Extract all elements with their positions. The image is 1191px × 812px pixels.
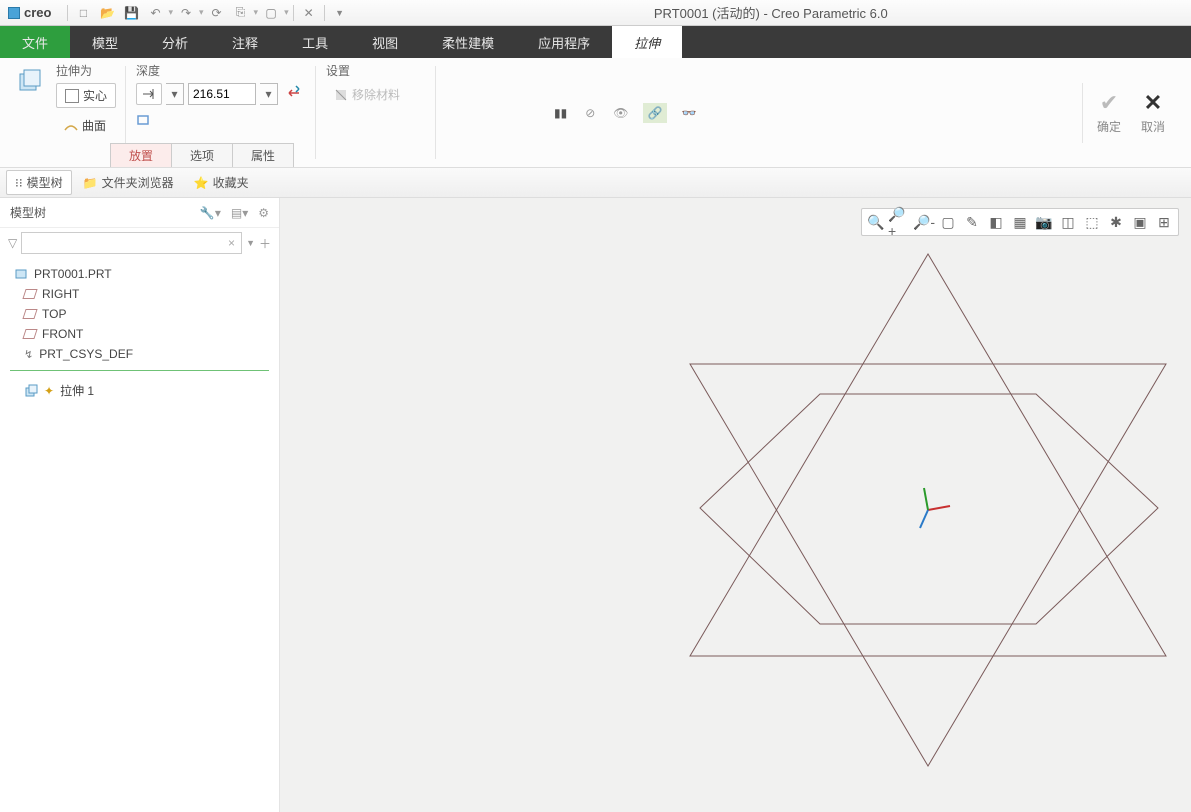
extrude-feature-icon xyxy=(10,62,50,102)
plane-icon xyxy=(22,329,37,339)
tab-view[interactable]: 视图 xyxy=(350,26,420,58)
star-icon: ⭐ xyxy=(194,176,209,190)
group-settings: 设置 xyxy=(326,62,426,79)
tree-item-front[interactable]: FRONT xyxy=(10,324,269,344)
tab-analysis[interactable]: 分析 xyxy=(140,26,210,58)
preview-controls: ▮▮ ⊘ 👁 🔗 👓 xyxy=(536,58,714,167)
folder-icon: 📁 xyxy=(83,176,98,190)
ok-button[interactable]: ✔ 确定 xyxy=(1091,86,1127,139)
new-icon[interactable]: □ xyxy=(72,3,94,23)
insert-here-marker[interactable] xyxy=(10,370,269,371)
part-icon xyxy=(14,267,28,281)
solid-icon xyxy=(65,89,79,103)
tree-root[interactable]: PRT0001.PRT xyxy=(10,264,269,284)
tree-settings-icon[interactable]: ⚙ xyxy=(258,206,269,220)
x-icon: ✕ xyxy=(1144,90,1162,116)
glasses-icon[interactable]: 👓 xyxy=(677,102,700,124)
ribbon-tabs: 文件 模型 分析 注释 工具 视图 柔性建模 应用程序 拉伸 xyxy=(0,26,1191,58)
navtab-model-tree[interactable]: ⁝⁝ 模型树 xyxy=(6,170,72,195)
surface-icon xyxy=(64,120,78,132)
group-extrude-as: 拉伸为 xyxy=(56,62,116,79)
tab-extrude[interactable]: 拉伸 xyxy=(612,26,682,58)
navtab-favorites[interactable]: ⭐ 收藏夹 xyxy=(185,170,258,195)
tree-title: 模型树 xyxy=(10,204,46,221)
dashboard-subtabs: 放置 选项 属性 xyxy=(110,143,293,167)
sketch-geometry xyxy=(280,198,1191,812)
open-icon[interactable]: 📂 xyxy=(96,3,118,23)
model-tree: PRT0001.PRT RIGHT TOP FRONT ↯ PRT_CSYS_D… xyxy=(0,258,279,408)
redo-icon[interactable]: ↷ xyxy=(175,3,197,23)
pause-icon[interactable]: ▮▮ xyxy=(550,102,571,124)
close-icon[interactable]: ✕ xyxy=(298,3,320,23)
tab-file[interactable]: 文件 xyxy=(0,26,70,58)
surface-button[interactable]: 曲面 xyxy=(56,114,116,137)
title-bar: creo □ 📂 💾 ↶ ▾ ↷ ▾ ⟳ ⎘ ▾ ▢ ▾ ✕ ▼ PRT0001… xyxy=(0,0,1191,26)
tab-flex[interactable]: 柔性建模 xyxy=(420,26,516,58)
remove-material-icon xyxy=(334,88,348,102)
group-depth: 深度 xyxy=(136,62,306,79)
flip-direction-icon[interactable] xyxy=(286,85,302,104)
tab-tools[interactable]: 工具 xyxy=(280,26,350,58)
thin-icon[interactable] xyxy=(136,116,152,130)
depth-input[interactable] xyxy=(188,83,256,105)
plane-icon xyxy=(22,309,37,319)
quick-access-toolbar: □ 📂 💾 ↶ ▾ ↷ ▾ ⟳ ⎘ ▾ ▢ ▾ ✕ ▼ xyxy=(59,3,350,23)
filter-icon[interactable]: ▽ xyxy=(8,236,17,250)
qat-dropdown-icon[interactable]: ▼ xyxy=(329,3,351,23)
window-title: PRT0001 (活动的) - Creo Parametric 6.0 xyxy=(351,3,1191,22)
plane-icon xyxy=(22,289,37,299)
tab-annotate[interactable]: 注释 xyxy=(210,26,280,58)
tree-display-icon[interactable]: ▤▾ xyxy=(231,206,248,220)
remove-material-button[interactable]: 移除材料 xyxy=(326,83,426,106)
extrude-icon xyxy=(24,384,38,398)
tree-item-extrude[interactable]: ✦ 拉伸 1 xyxy=(10,377,269,402)
depth-value-dropdown[interactable]: ▾ xyxy=(260,83,278,105)
warning-icon: ✦ xyxy=(44,384,54,398)
undo-icon[interactable]: ↶ xyxy=(144,3,166,23)
tab-model[interactable]: 模型 xyxy=(70,26,140,58)
windows-icon[interactable]: ▢ xyxy=(260,3,282,23)
subtab-options[interactable]: 选项 xyxy=(171,143,233,167)
logo-text: creo xyxy=(24,5,51,20)
tree-item-top[interactable]: TOP xyxy=(10,304,269,324)
no-preview-icon[interactable]: ⊘ xyxy=(581,102,599,124)
model-tree-panel: 模型树 🔧▾ ▤▾ ⚙ ▽ × ▼ ＋ PRT0001.PRT RIGHT xyxy=(0,198,280,812)
subtab-placement[interactable]: 放置 xyxy=(110,143,172,167)
csys-icon: ↯ xyxy=(24,348,33,361)
solid-button[interactable]: 实心 xyxy=(56,83,116,108)
cancel-button[interactable]: ✕ 取消 xyxy=(1135,86,1171,139)
ribbon: 拉伸为 实心 曲面 深度 ▾ ▾ xyxy=(0,58,1191,168)
check-icon: ✔ xyxy=(1100,90,1118,116)
subtab-properties[interactable]: 属性 xyxy=(232,143,294,167)
navtab-folder-browser[interactable]: 📁 文件夹浏览器 xyxy=(74,170,183,195)
tree-filter-input[interactable]: × xyxy=(21,232,242,254)
filter-dropdown-icon[interactable]: ▼ xyxy=(246,238,255,248)
app-logo: creo xyxy=(0,5,59,20)
work-area: 模型树 🔧▾ ▤▾ ⚙ ▽ × ▼ ＋ PRT0001.PRT RIGHT xyxy=(0,198,1191,812)
tree-item-right[interactable]: RIGHT xyxy=(10,284,269,304)
confirm-group: ✔ 确定 ✕ 取消 xyxy=(1082,58,1191,167)
depth-blind-icon xyxy=(141,87,157,101)
regen-icon[interactable]: ⟳ xyxy=(206,3,228,23)
clear-filter-icon[interactable]: × xyxy=(228,236,235,250)
attach-preview-icon[interactable]: 🔗 xyxy=(643,103,668,123)
tree-icon: ⁝⁝ xyxy=(15,176,23,190)
copy-icon[interactable]: ⎘ xyxy=(230,3,252,23)
add-filter-icon[interactable]: ＋ xyxy=(259,235,271,252)
eye-preview-icon[interactable]: 👁 xyxy=(609,102,632,124)
navigator-tabs: ⁝⁝ 模型树 📁 文件夹浏览器 ⭐ 收藏夹 xyxy=(0,168,1191,198)
depth-type-dropdown[interactable]: ▾ xyxy=(166,83,184,105)
depth-type-button[interactable] xyxy=(136,83,162,105)
save-icon[interactable]: 💾 xyxy=(120,3,142,23)
tree-item-csys[interactable]: ↯ PRT_CSYS_DEF xyxy=(10,344,269,364)
tab-apps[interactable]: 应用程序 xyxy=(516,26,612,58)
logo-icon xyxy=(8,7,20,19)
graphics-canvas[interactable]: 🔍 🔎+ 🔎- ▢ ✎ ◧ ▦ 📷 ◫ ⬚ ✱ ▣ ⊞ X Y Z xyxy=(280,198,1191,812)
tree-tools-icon[interactable]: 🔧▾ xyxy=(200,206,221,220)
